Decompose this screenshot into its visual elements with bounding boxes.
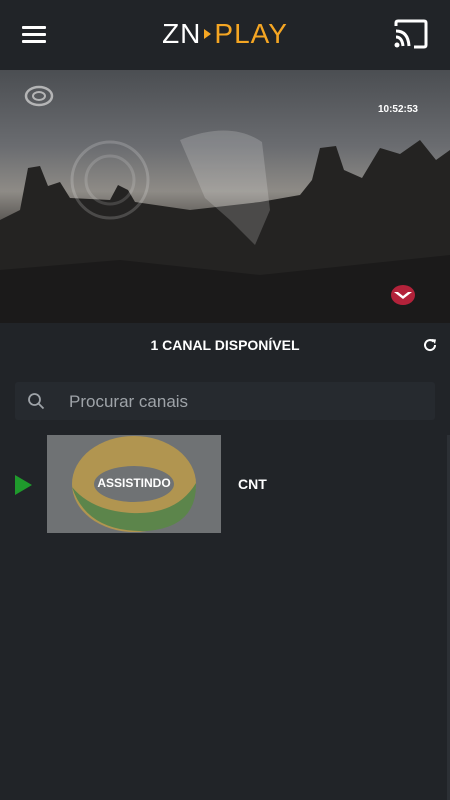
- video-player[interactable]: 10:52:53: [0, 70, 450, 323]
- search-icon: [28, 393, 45, 410]
- cast-button[interactable]: [392, 18, 430, 52]
- logo-left-text: ZN: [162, 18, 202, 49]
- refresh-icon[interactable]: [422, 337, 438, 353]
- broadcaster-logo-icon: [391, 285, 415, 305]
- logo-right-text: PLAY: [214, 18, 288, 49]
- player-clock: 10:52:53: [377, 104, 418, 115]
- channel-count-bar: 1 CANAL DISPONÍVEL: [0, 323, 450, 367]
- app-bar: ZN PLAY: [0, 0, 450, 70]
- logo-arrow-icon: [204, 28, 212, 39]
- watching-badge: ASSISTINDO: [97, 476, 171, 490]
- channel-watermark-icon: [24, 85, 54, 107]
- channel-name: CNT: [238, 476, 267, 492]
- channel-count-label: 1 CANAL DISPONÍVEL: [150, 337, 300, 353]
- channel-thumbnail: ASSISTINDO: [47, 435, 221, 533]
- cast-icon: [394, 19, 428, 49]
- search-bar: [15, 382, 435, 422]
- app-logo: ZN PLAY: [0, 18, 450, 50]
- play-icon: [15, 475, 32, 495]
- channel-list-item[interactable]: ASSISTINDO CNT: [0, 435, 450, 533]
- search-input[interactable]: [67, 382, 431, 422]
